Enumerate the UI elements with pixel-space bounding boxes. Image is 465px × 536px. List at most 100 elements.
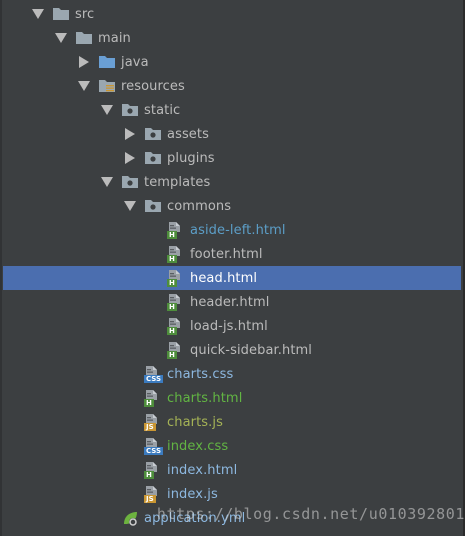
file-type-badge: H xyxy=(167,327,177,335)
tree-row[interactable]: static xyxy=(0,98,463,122)
arrow-spacer xyxy=(122,366,138,382)
html-file-icon: H xyxy=(167,293,185,311)
arrow-spacer xyxy=(122,438,138,454)
package-folder-icon xyxy=(144,125,162,143)
chevron-down-icon[interactable] xyxy=(122,198,138,214)
file-type-badge: H xyxy=(144,399,154,407)
arrow-spacer xyxy=(122,486,138,502)
tree-item-label: main xyxy=(98,30,131,46)
tree-item-label: charts.html xyxy=(167,390,243,406)
arrow-spacer xyxy=(122,414,138,430)
html-file-icon: H xyxy=(144,461,162,479)
tree-item-label: index.js xyxy=(167,486,218,502)
chevron-down-icon[interactable] xyxy=(99,102,115,118)
js-file-icon: JS xyxy=(144,485,162,503)
tree-item-label: resources xyxy=(121,78,185,94)
tree-row[interactable]: templates xyxy=(0,170,463,194)
html-file-icon: H xyxy=(167,341,185,359)
arrow-spacer xyxy=(145,270,161,286)
arrow-spacer xyxy=(145,246,161,262)
chevron-down-icon[interactable] xyxy=(53,30,69,46)
resources-folder-icon xyxy=(98,77,116,95)
tree-row[interactable]: assets xyxy=(0,122,463,146)
tree-row[interactable]: Hcharts.html xyxy=(0,386,463,410)
tree-item-label: assets xyxy=(167,126,209,142)
tree-row[interactable]: resources xyxy=(0,74,463,98)
file-type-badge: JS xyxy=(144,423,156,431)
tree-item-label: charts.css xyxy=(167,366,234,382)
file-type-badge: H xyxy=(167,255,177,263)
chevron-right-icon[interactable] xyxy=(122,126,138,142)
folder-icon xyxy=(75,29,93,47)
css-file-icon: CSS xyxy=(144,365,164,383)
file-type-badge: H xyxy=(167,303,177,311)
package-folder-icon xyxy=(144,197,162,215)
tree-item-label: header.html xyxy=(190,294,270,310)
js-file-icon: JS xyxy=(144,413,162,431)
file-type-badge: H xyxy=(144,471,154,479)
tree-item-label: aside-left.html xyxy=(190,222,286,238)
file-type-badge: H xyxy=(167,351,177,359)
tree-row[interactable]: plugins xyxy=(0,146,463,170)
html-file-icon: H xyxy=(167,317,185,335)
tree-row[interactable]: commons xyxy=(0,194,463,218)
html-file-icon: H xyxy=(167,245,185,263)
tree-item-label: head.html xyxy=(190,270,258,286)
css-file-icon: CSS xyxy=(144,437,164,455)
package-folder-icon xyxy=(121,101,139,119)
chevron-right-icon[interactable] xyxy=(76,54,92,70)
arrow-spacer xyxy=(145,318,161,334)
chevron-down-icon[interactable] xyxy=(76,78,92,94)
tree-row[interactable]: Hfooter.html xyxy=(0,242,463,266)
arrow-spacer xyxy=(145,342,161,358)
tree-item-label: load-js.html xyxy=(190,318,268,334)
tree-row[interactable]: Hheader.html xyxy=(0,290,463,314)
file-type-badge: CSS xyxy=(144,447,164,455)
arrow-spacer xyxy=(99,510,115,526)
package-folder-icon xyxy=(121,173,139,191)
file-type-badge: H xyxy=(167,279,177,287)
tree-row[interactable]: JS charts.js xyxy=(0,410,463,434)
tree-item-label: index.css xyxy=(167,438,229,454)
html-file-icon: H xyxy=(167,221,185,239)
tree-item-label: static xyxy=(144,102,181,118)
tree-item-label: footer.html xyxy=(190,246,263,262)
tree-row[interactable]: CSS charts.css xyxy=(0,362,463,386)
tree-item-label: charts.js xyxy=(167,414,223,430)
tree-row[interactable]: Hindex.html xyxy=(0,458,463,482)
tree-item-label: quick-sidebar.html xyxy=(190,342,313,358)
file-type-badge: CSS xyxy=(144,375,164,383)
html-file-icon: H xyxy=(167,269,185,287)
spring-config-icon xyxy=(121,509,139,527)
arrow-spacer xyxy=(145,294,161,310)
folder-icon xyxy=(52,5,70,23)
tree-row[interactable]: application.yml xyxy=(0,506,463,530)
tree-row[interactable]: Hhead.html xyxy=(3,266,461,290)
chevron-right-icon[interactable] xyxy=(122,150,138,166)
tree-row[interactable]: CSS index.css xyxy=(0,434,463,458)
tree-row[interactable]: Hload-js.html xyxy=(0,314,463,338)
tree-item-label: index.html xyxy=(167,462,238,478)
file-type-badge: JS xyxy=(144,495,156,503)
tree-row[interactable]: Haside-left.html xyxy=(0,218,463,242)
tree-row[interactable]: java xyxy=(0,50,463,74)
arrow-spacer xyxy=(122,462,138,478)
chevron-down-icon[interactable] xyxy=(99,174,115,190)
html-file-icon: H xyxy=(144,389,162,407)
tree-row[interactable]: src xyxy=(0,2,463,26)
tree-item-label: java xyxy=(121,54,149,70)
tree-item-label: plugins xyxy=(167,150,215,166)
arrow-spacer xyxy=(145,222,161,238)
arrow-spacer xyxy=(122,390,138,406)
tree-row[interactable]: JS index.js xyxy=(0,482,463,506)
tree-item-label: application.yml xyxy=(144,510,246,526)
source-folder-icon xyxy=(98,53,116,71)
tree-item-label: commons xyxy=(167,198,232,214)
file-type-badge: H xyxy=(167,231,177,239)
tree-row[interactable]: main xyxy=(0,26,463,50)
tree-item-label: templates xyxy=(144,174,211,190)
tree-item-label: src xyxy=(75,6,95,22)
tree-row[interactable]: Hquick-sidebar.html xyxy=(0,338,463,362)
chevron-down-icon[interactable] xyxy=(30,6,46,22)
package-folder-icon xyxy=(144,149,162,167)
